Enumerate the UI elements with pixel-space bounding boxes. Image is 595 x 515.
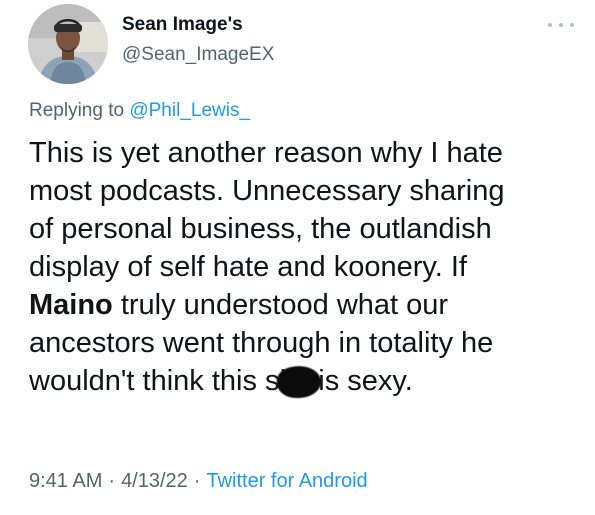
dot-icon [559, 23, 563, 27]
profile-photo-icon [28, 4, 108, 84]
redacted-word: hit [274, 362, 323, 401]
more-horizontal-icon[interactable] [548, 20, 574, 30]
replying-to: Replying to @Phil_Lewis_ [29, 100, 250, 122]
tweet-line-end: is sexy. [310, 365, 413, 397]
avatar[interactable] [28, 4, 108, 84]
mention-bold: Maino [29, 289, 113, 321]
user-handle[interactable]: @Sean_ImageEX [122, 44, 274, 66]
tweet-line: This is yet another reason why I hate [29, 137, 503, 169]
display-name[interactable]: Sean Image's [122, 14, 243, 36]
dot-icon [570, 23, 574, 27]
tweet: Sean Image's @Sean_ImageEX Replying to @… [0, 0, 595, 515]
tweet-date[interactable]: 4/13/22 [121, 470, 188, 492]
tweet-line: Maino truly understood what our [29, 286, 589, 324]
meta-separator: · [108, 470, 116, 492]
dot-icon [548, 23, 552, 27]
tweet-line: wouldn't think this shit is sexy. [29, 362, 589, 401]
tweet-text: This is yet another reason why I hate mo… [29, 134, 589, 401]
tweet-meta: 9:41 AM · 4/13/22 · Twitter for Android [29, 470, 368, 493]
replying-to-label: Replying to [29, 100, 130, 121]
tweet-line: ancestors went through in totality he [29, 327, 494, 359]
meta-separator: · [193, 470, 201, 492]
tweet-line: of personal business, the outlandish [29, 213, 492, 245]
tweet-line: display of self hate and koonery. If [29, 251, 467, 283]
tweet-source-link[interactable]: Twitter for Android [206, 470, 367, 492]
tweet-time[interactable]: 9:41 AM [29, 470, 102, 492]
reply-mention-link[interactable]: @Phil_Lewis_ [129, 100, 250, 121]
tweet-line: most podcasts. Unnecessary sharing [29, 175, 505, 207]
tweet-line-start: wouldn't think this s [29, 365, 280, 397]
tweet-line-rest: truly understood what our [112, 289, 449, 321]
